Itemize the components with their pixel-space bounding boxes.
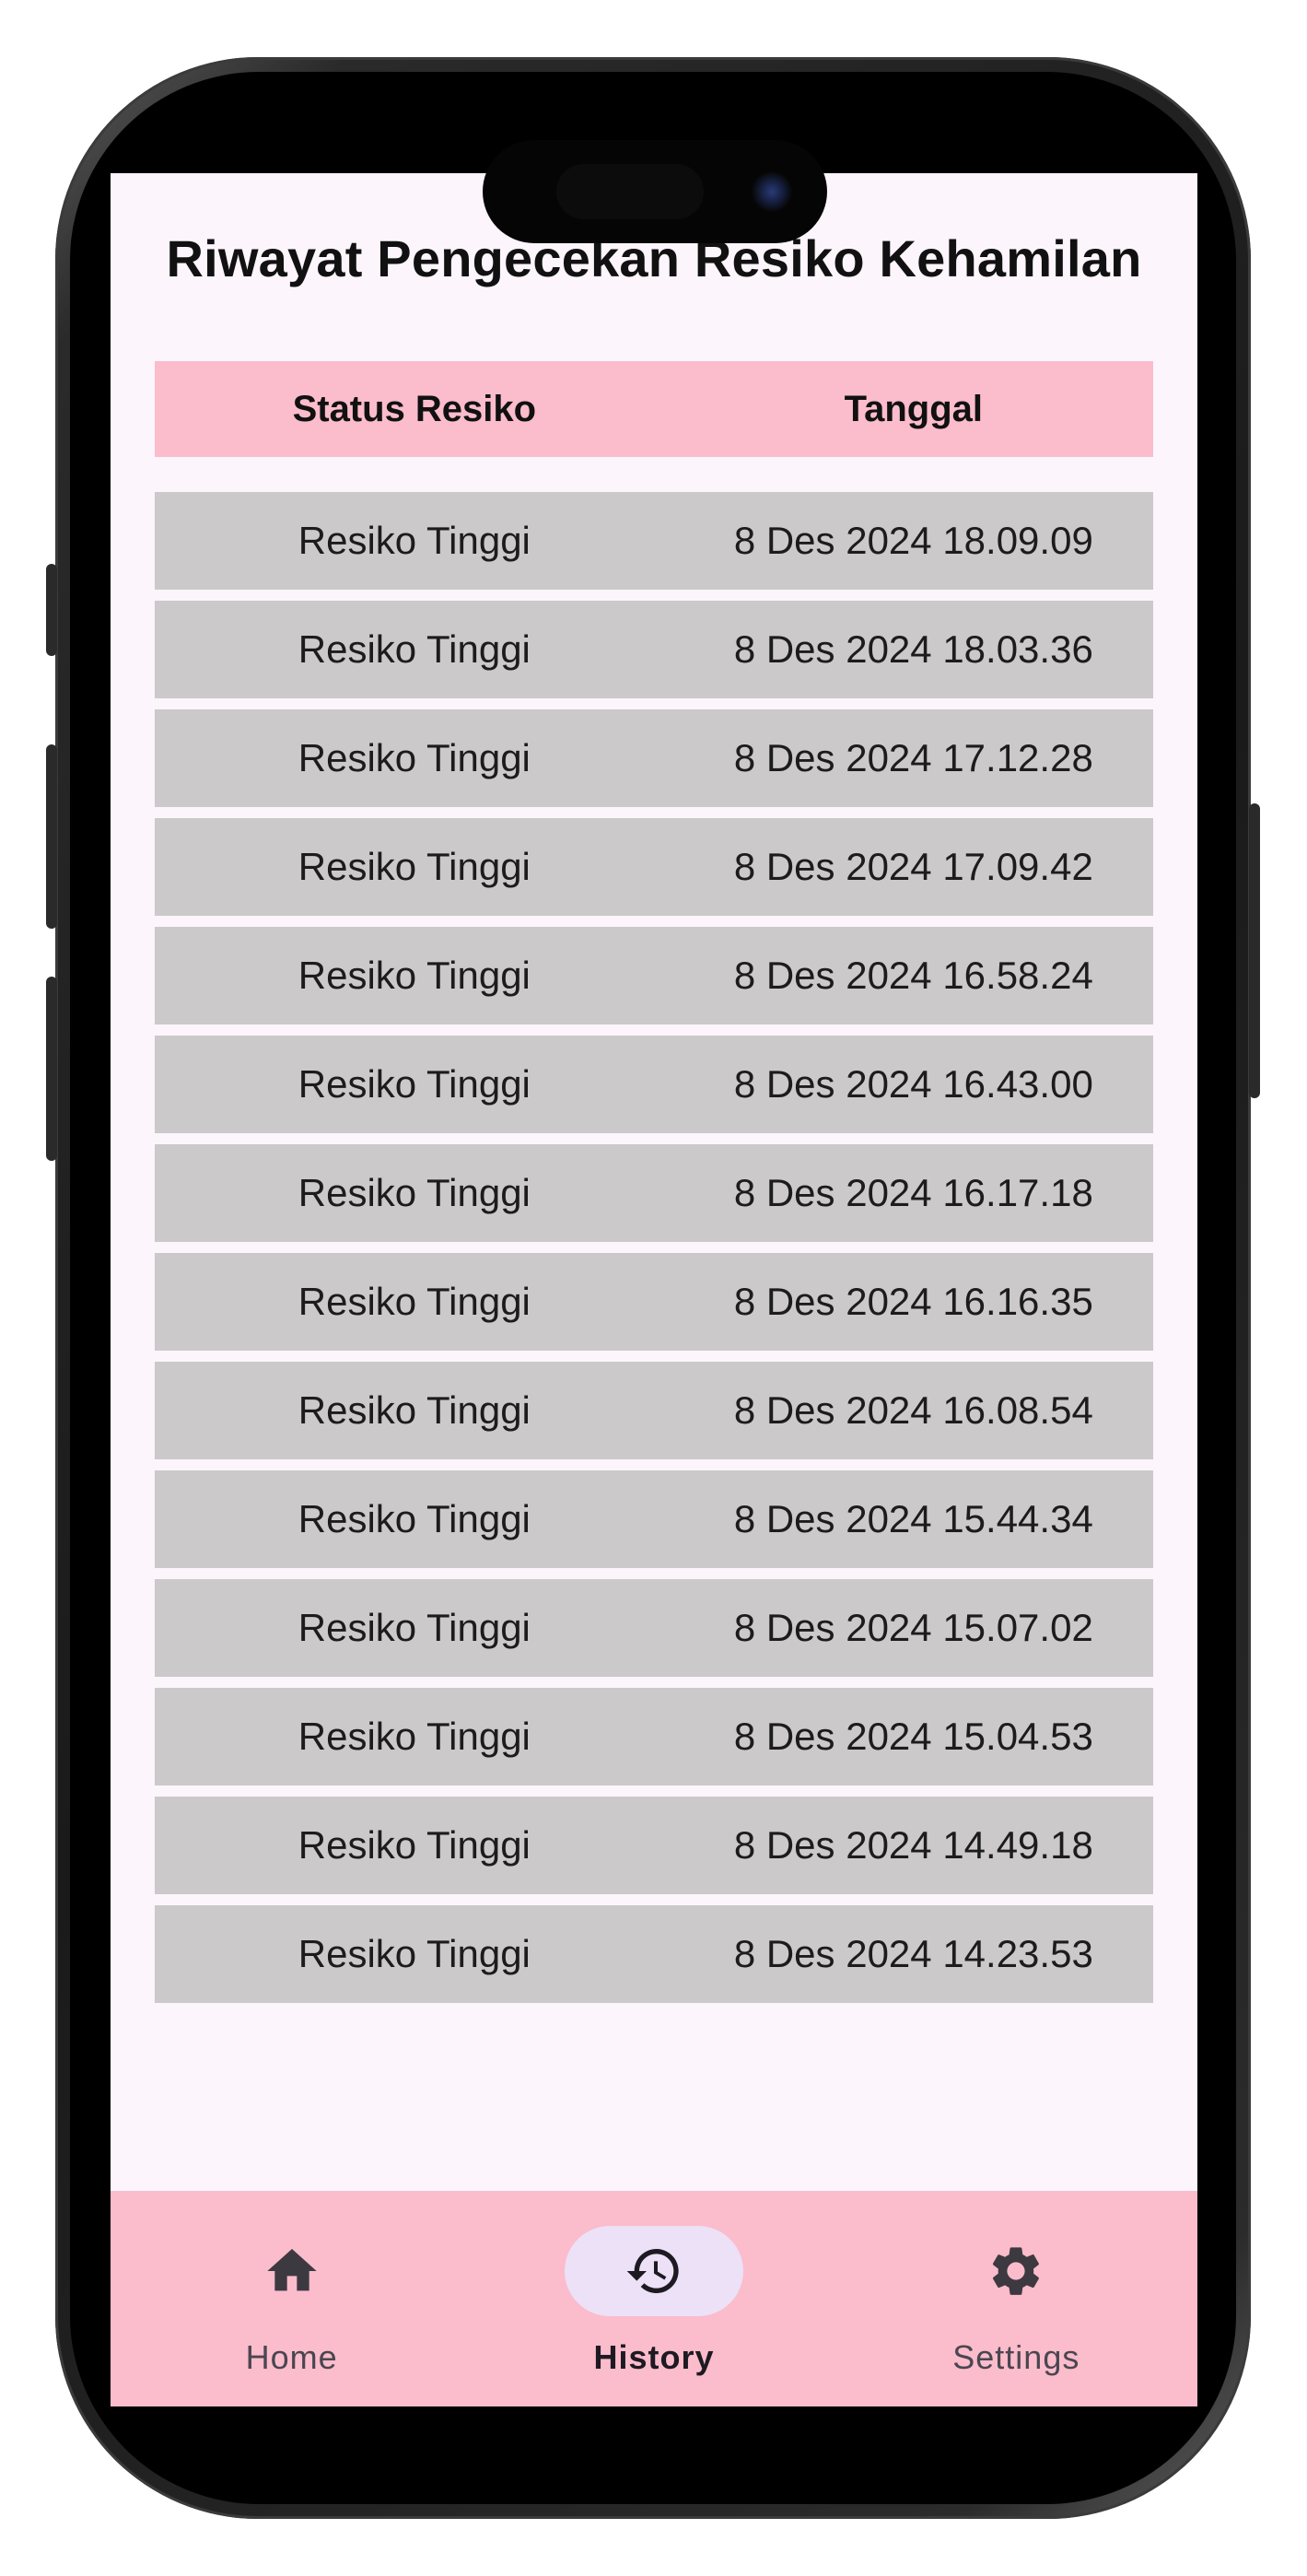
row-status: Resiko Tinggi [298, 1497, 531, 1540]
volume-down-button [46, 977, 57, 1161]
nav-home-label: Home [245, 2338, 338, 2376]
row-status: Resiko Tinggi [298, 1606, 531, 1649]
row-status: Resiko Tinggi [298, 1715, 531, 1758]
table-row[interactable]: Resiko Tinggi 8 Des 2024 18.09.09 [155, 492, 1153, 590]
row-date: 8 Des 2024 16.58.24 [733, 954, 1093, 997]
header-status: Status Resiko [292, 388, 537, 429]
row-date: 8 Des 2024 15.04.53 [733, 1715, 1093, 1758]
row-status: Resiko Tinggi [298, 627, 531, 671]
nav-settings-label: Settings [952, 2338, 1080, 2376]
bottom-navigation: Home History Settings [111, 2191, 1197, 2406]
home-icon [266, 2249, 317, 2291]
header-date: Tanggal [844, 388, 984, 429]
nav-settings[interactable]: Settings [835, 2191, 1197, 2406]
row-date: 8 Des 2024 15.07.02 [733, 1606, 1093, 1649]
row-status: Resiko Tinggi [298, 1823, 531, 1867]
row-date: 8 Des 2024 18.03.36 [733, 627, 1093, 671]
row-status: Resiko Tinggi [298, 519, 531, 562]
table-row[interactable]: Resiko Tinggi 8 Des 2024 18.03.36 [155, 601, 1153, 698]
table-row[interactable]: Resiko Tinggi 8 Des 2024 14.23.53 [155, 1905, 1153, 2003]
row-date: 8 Des 2024 16.16.35 [733, 1280, 1093, 1323]
row-date: 8 Des 2024 14.23.53 [733, 1932, 1093, 1975]
nav-history[interactable]: History [473, 2191, 834, 2406]
table-row[interactable]: Resiko Tinggi 8 Des 2024 16.08.54 [155, 1362, 1153, 1459]
table-header: Status Resiko Tanggal [155, 361, 1153, 457]
nav-history-label: History [593, 2338, 715, 2376]
island-sensor [556, 164, 704, 219]
app-screen: Riwayat Pengecekan Resiko Kehamilan Stat… [111, 173, 1197, 2406]
nav-home[interactable]: Home [111, 2191, 473, 2406]
table-row[interactable]: Resiko Tinggi 8 Des 2024 15.04.53 [155, 1688, 1153, 1786]
row-status: Resiko Tinggi [298, 736, 531, 779]
row-status: Resiko Tinggi [298, 1932, 531, 1975]
camera-icon [752, 171, 792, 212]
row-date: 8 Des 2024 14.49.18 [733, 1823, 1093, 1867]
table-row[interactable]: Resiko Tinggi 8 Des 2024 15.44.34 [155, 1470, 1153, 1568]
row-status: Resiko Tinggi [298, 845, 531, 888]
row-date: 8 Des 2024 16.43.00 [733, 1062, 1093, 1106]
row-date: 8 Des 2024 18.09.09 [733, 519, 1093, 562]
row-status: Resiko Tinggi [298, 954, 531, 997]
action-button [46, 564, 57, 656]
table-row[interactable]: Resiko Tinggi 8 Des 2024 14.49.18 [155, 1797, 1153, 1894]
row-date: 8 Des 2024 16.17.18 [733, 1171, 1093, 1214]
history-icon [626, 2249, 679, 2293]
row-status: Resiko Tinggi [298, 1171, 531, 1214]
table-row[interactable]: Resiko Tinggi 8 Des 2024 16.58.24 [155, 927, 1153, 1025]
row-status: Resiko Tinggi [298, 1062, 531, 1106]
dynamic-island [483, 140, 827, 243]
table-row[interactable]: Resiko Tinggi 8 Des 2024 17.12.28 [155, 709, 1153, 807]
row-status: Resiko Tinggi [298, 1280, 531, 1323]
power-button [1249, 803, 1260, 1098]
table-row[interactable]: Resiko Tinggi 8 Des 2024 15.07.02 [155, 1579, 1153, 1677]
gear-icon [993, 2247, 1040, 2295]
table-row[interactable]: Resiko Tinggi 8 Des 2024 16.43.00 [155, 1036, 1153, 1133]
volume-up-button [46, 744, 57, 929]
row-date: 8 Des 2024 17.09.42 [733, 845, 1093, 888]
row-date: 8 Des 2024 15.44.34 [733, 1497, 1093, 1540]
history-list: Resiko Tinggi 8 Des 2024 18.09.09 Resiko … [155, 492, 1153, 2014]
table-row[interactable]: Resiko Tinggi 8 Des 2024 17.09.42 [155, 818, 1153, 916]
table-row[interactable]: Resiko Tinggi 8 Des 2024 16.17.18 [155, 1144, 1153, 1242]
table-row[interactable]: Resiko Tinggi 8 Des 2024 16.16.35 [155, 1253, 1153, 1351]
row-status: Resiko Tinggi [298, 1388, 531, 1432]
row-date: 8 Des 2024 17.12.28 [733, 736, 1093, 779]
row-date: 8 Des 2024 16.08.54 [733, 1388, 1093, 1432]
